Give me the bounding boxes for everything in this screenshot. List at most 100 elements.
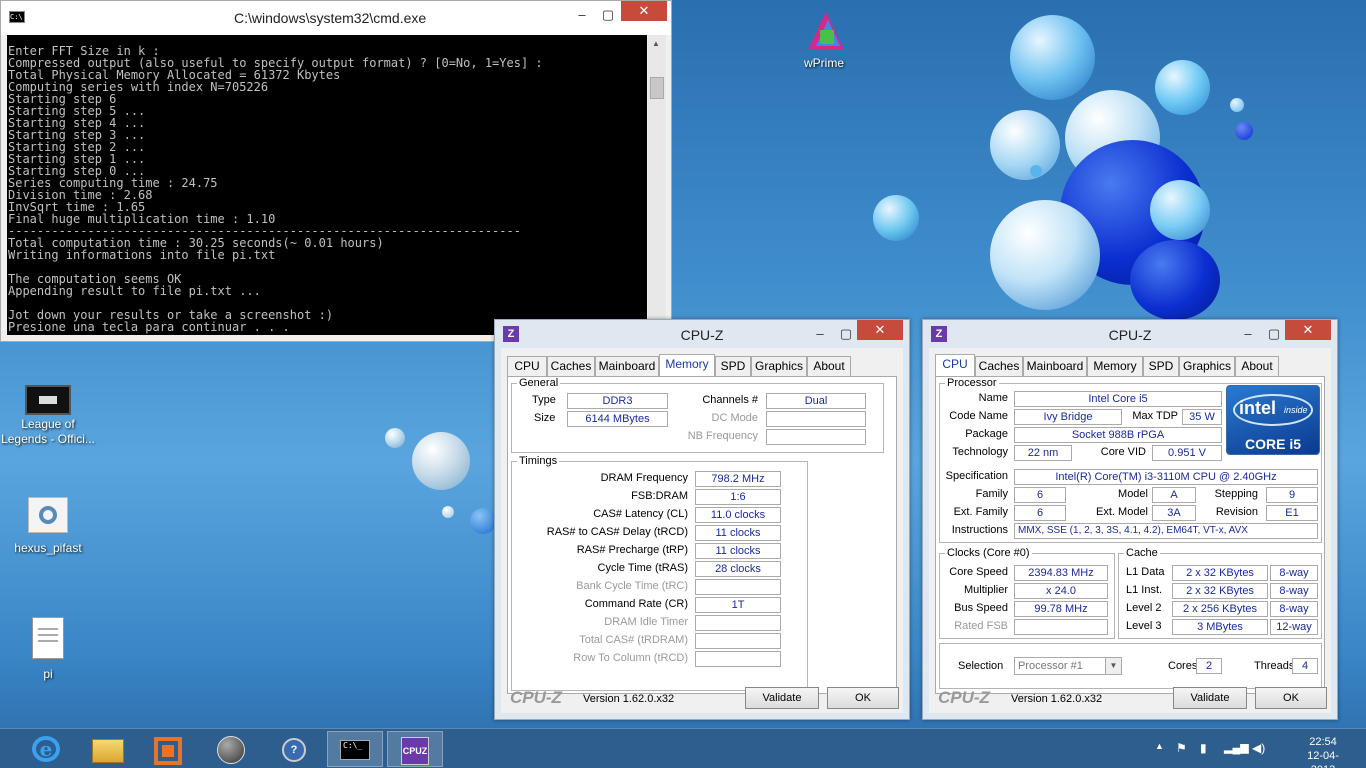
validate-button[interactable]: Validate	[1173, 687, 1247, 709]
desktop-icon-wprime[interactable]: wPrime	[776, 8, 872, 70]
maximize-button[interactable]: ▢	[599, 5, 617, 25]
cmd-title: C:\windows\system32\cmd.exe	[234, 10, 427, 26]
tab-caches[interactable]: Caches	[547, 356, 595, 376]
system-clock[interactable]: 22:54 12-04-2013	[1298, 735, 1348, 768]
maximize-button[interactable]: ▢	[1265, 324, 1283, 344]
ok-button[interactable]: OK	[1255, 687, 1327, 709]
group-legend: Cache	[1126, 547, 1158, 559]
timing-label: Bank Cycle Time (tRC)	[576, 580, 688, 592]
tab-about[interactable]: About	[807, 356, 851, 376]
taskbar-cmd[interactable]: C:\_	[327, 731, 383, 767]
desktop-icon-pi[interactable]: pi	[0, 617, 96, 681]
network-icon[interactable]: ▂▄▆	[1224, 741, 1249, 754]
taskbar-cpuz[interactable]: CPUZ	[387, 731, 443, 767]
tab-spd[interactable]: SPD	[1143, 356, 1179, 376]
taskbar: e ? C:\_ CPUZ ▲ ⚑ ▮ ▂▄▆ ◀) 22:54 12-04-2…	[0, 728, 1366, 768]
intel-core-i5-badge: intel inside CORE i5	[1226, 385, 1320, 455]
instructions-label: Instructions	[951, 524, 1008, 536]
console-scrollbar[interactable]: ▲	[648, 35, 666, 335]
group-legend: Clocks (Core #0)	[947, 547, 1030, 559]
cpuz-footer: CPU-Z Version 1.62.0.x32 Validate OK	[929, 683, 1331, 713]
tab-memory[interactable]: Memory	[659, 354, 715, 376]
revision-value: E1	[1266, 505, 1318, 521]
cpuz-titlebar[interactable]: Z CPU-Z – ▢ ✕	[923, 320, 1337, 348]
clock-date: 12-04-2013	[1307, 750, 1339, 768]
cache-size-value: 2 x 32 KBytes	[1172, 565, 1268, 581]
show-hidden-icons-icon[interactable]: ▲	[1155, 741, 1164, 751]
tab-spd[interactable]: SPD	[715, 356, 751, 376]
specification-label: Specification	[945, 470, 1008, 482]
taskbar-app-sphere[interactable]	[203, 731, 259, 767]
code-name-value: Ivy Bridge	[1014, 409, 1122, 425]
tab-bar: CPU Caches Mainboard Memory SPD Graphics…	[935, 354, 1325, 376]
cache-way-value: 8-way	[1270, 565, 1318, 581]
package-label: Package	[965, 428, 1008, 440]
close-button[interactable]: ✕	[1285, 320, 1331, 340]
desktop-icon-league-of-legends[interactable]: League of Legends - Offici...	[0, 385, 96, 447]
cpuz-body: CPU Caches Mainboard Memory SPD Graphics…	[501, 348, 903, 713]
model-label: Model	[1118, 488, 1148, 500]
text-file-icon	[32, 617, 64, 659]
cache-level-label: Level 2	[1126, 602, 1162, 614]
desktop-icon-hexus-pifast[interactable]: hexus_pifast	[0, 497, 96, 555]
gear-file-icon	[28, 497, 68, 533]
timing-value: 1:6	[695, 489, 781, 505]
cmd-titlebar[interactable]: C:\ C:\windows\system32\cmd.exe – ▢ ✕	[1, 1, 671, 35]
scroll-up-icon[interactable]: ▲	[652, 39, 660, 48]
cache-size-value: 2 x 32 KBytes	[1172, 583, 1268, 599]
flag-icon[interactable]: ⚑	[1176, 741, 1187, 755]
timing-value	[695, 615, 781, 631]
group-legend: General	[519, 377, 559, 389]
cpuz-titlebar[interactable]: Z CPU-Z – ▢ ✕	[495, 320, 909, 348]
maximize-button[interactable]: ▢	[837, 324, 855, 344]
tab-graphics[interactable]: Graphics	[751, 356, 807, 376]
cmd-window: C:\ C:\windows\system32\cmd.exe – ▢ ✕ En…	[0, 0, 672, 342]
minimize-button[interactable]: –	[1239, 324, 1257, 344]
taskbar-explorer[interactable]	[80, 731, 136, 767]
timing-label: Cycle Time (tRAS)	[597, 562, 688, 574]
chevron-down-icon[interactable]: ▼	[1105, 658, 1121, 674]
timing-label: RAS# Precharge (tRP)	[576, 544, 688, 556]
desktop-icon-label: League of Legends - Offici...	[1, 417, 95, 446]
tab-graphics[interactable]: Graphics	[1179, 356, 1235, 376]
validate-button[interactable]: Validate	[745, 687, 819, 709]
cpuz-icon: CPUZ	[401, 737, 429, 765]
rated-fsb-value	[1014, 619, 1108, 635]
taskbar-office[interactable]	[140, 731, 196, 767]
processor-select-value: Processor #1	[1018, 660, 1083, 672]
technology-value: 22 nm	[1014, 445, 1072, 461]
minimize-button[interactable]: –	[573, 5, 591, 25]
cpuz-brand: CPU-Z	[510, 688, 562, 707]
taskbar-help[interactable]: ?	[266, 731, 322, 767]
timing-label: FSB:DRAM	[631, 490, 688, 502]
desktop-icon-label: pi	[43, 667, 53, 681]
timing-label: Row To Column (tRCD)	[573, 652, 688, 664]
timing-value: 11 clocks	[695, 525, 781, 541]
tab-about[interactable]: About	[1235, 356, 1279, 376]
close-button[interactable]: ✕	[621, 1, 667, 21]
tab-memory[interactable]: Memory	[1087, 356, 1143, 376]
type-value: DDR3	[567, 393, 668, 409]
tab-cpu[interactable]: CPU	[507, 356, 547, 376]
tab-mainboard[interactable]: Mainboard	[595, 356, 659, 376]
cores-label: Cores	[1168, 660, 1198, 672]
close-button[interactable]: ✕	[857, 320, 903, 340]
tab-mainboard[interactable]: Mainboard	[1023, 356, 1087, 376]
timing-value	[695, 633, 781, 649]
core-vid-value: 0.951 V	[1152, 445, 1222, 461]
minimize-button[interactable]: –	[811, 324, 829, 344]
taskbar-ie[interactable]: e	[18, 731, 74, 767]
family-label: Family	[975, 488, 1008, 500]
max-tdp-label: Max TDP	[1132, 410, 1178, 422]
ok-button[interactable]: OK	[827, 687, 899, 709]
stepping-label: Stepping	[1214, 488, 1258, 500]
processor-select[interactable]: Processor #1 ▼	[1014, 657, 1122, 675]
ext-family-label: Ext. Family	[953, 506, 1008, 518]
console-output[interactable]: Enter FFT Size in k : Compressed output (…	[7, 35, 647, 335]
tab-caches[interactable]: Caches	[975, 356, 1023, 376]
volume-icon[interactable]: ◀)	[1252, 741, 1265, 755]
scrollbar-thumb[interactable]	[650, 77, 664, 99]
tab-cpu[interactable]: CPU	[935, 354, 975, 376]
power-icon[interactable]: ▮	[1200, 741, 1207, 755]
cache-level-label: L1 Data	[1126, 566, 1165, 578]
